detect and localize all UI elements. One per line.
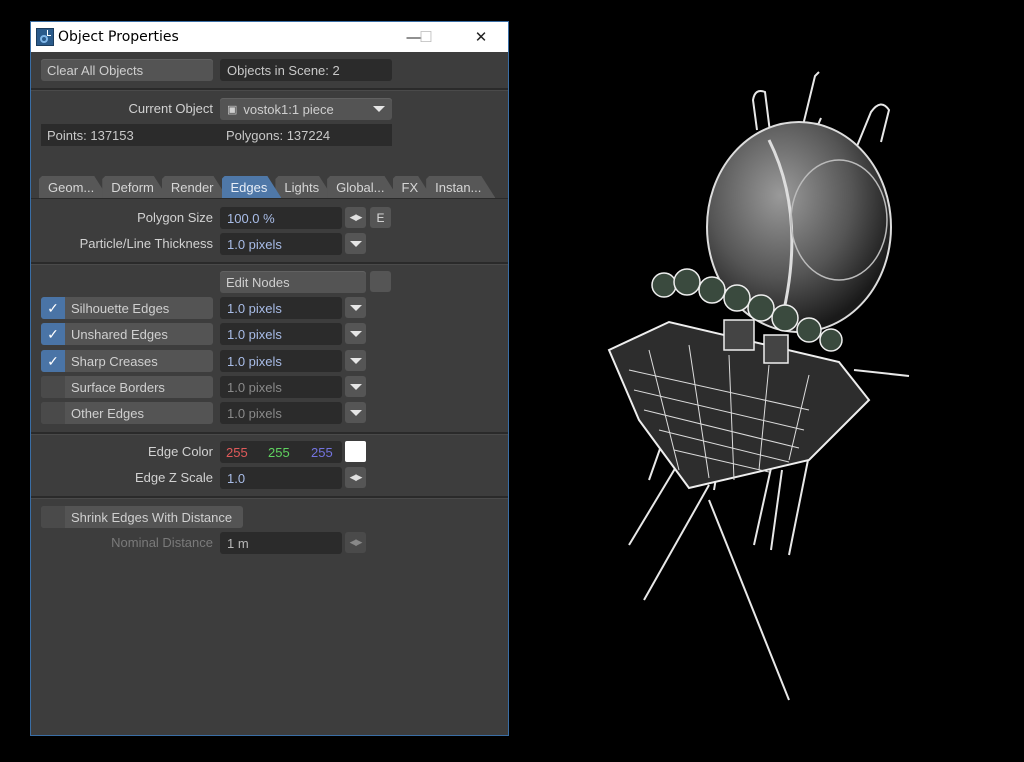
nominal-distance-label: Nominal Distance <box>111 535 213 550</box>
other-edges-toggle[interactable]: Other Edges <box>41 402 213 424</box>
sharp-creases-toggle[interactable]: ✓ Sharp Creases <box>41 350 213 372</box>
edge-type-label: Silhouette Edges <box>71 300 170 316</box>
3d-viewport[interactable] <box>509 0 1024 759</box>
thickness-field[interactable]: 1.0 pixels <box>220 233 342 255</box>
tab-lights[interactable]: Lights <box>275 176 333 198</box>
edit-nodes-button[interactable]: Edit Nodes <box>220 271 366 293</box>
thickness-label: Particle/Line Thickness <box>79 236 213 251</box>
tab-edges[interactable]: Edges <box>222 176 282 198</box>
checkbox-unchecked <box>41 402 65 424</box>
object-stats: Points: 137153 Polygons: 137224 <box>41 124 392 146</box>
other-edges-dropdown[interactable] <box>345 402 366 423</box>
chevron-down-icon <box>349 383 362 390</box>
silhouette-edges-dropdown[interactable] <box>345 297 366 318</box>
divider <box>31 262 508 265</box>
checkbox-unchecked <box>41 506 65 528</box>
left-right-arrows-icon: ◀▶ <box>349 537 363 547</box>
edge-type-label: Sharp Creases <box>71 353 158 369</box>
polygon-size-field[interactable]: 100.0 % <box>220 207 342 229</box>
surface-borders-thickness[interactable]: 1.0 pixels <box>220 376 342 398</box>
sharp-creases-thickness[interactable]: 1.0 pixels <box>220 350 342 372</box>
tab-bar: Geom... Deform Render Edges Lights Globa… <box>39 176 489 198</box>
check-icon: ✓ <box>41 297 65 319</box>
sharp-creases-dropdown[interactable] <box>345 350 366 371</box>
edge-color-field[interactable]: 255 255 255 <box>220 441 342 463</box>
objects-in-scene-readout: Objects in Scene: 2 <box>220 59 392 81</box>
thickness-dropdown-button[interactable] <box>345 233 366 254</box>
silhouette-edges-toggle[interactable]: ✓ Silhouette Edges <box>41 297 213 319</box>
chevron-down-icon <box>349 357 362 364</box>
window-title: Object Properties <box>58 29 179 45</box>
shrink-edges-label: Shrink Edges With Distance <box>71 509 233 525</box>
check-icon: ✓ <box>41 350 65 372</box>
left-right-arrows-icon: ◀▶ <box>349 212 363 222</box>
edge-type-label: Other Edges <box>71 405 144 421</box>
app-icon <box>36 28 54 46</box>
other-edges-thickness[interactable]: 1.0 pixels <box>220 402 342 424</box>
title-bar: Object Properties — ☐ ✕ <box>31 22 508 52</box>
close-button[interactable]: ✕ <box>458 22 504 52</box>
tab-instance[interactable]: Instan... <box>426 176 495 198</box>
edge-color-blue[interactable]: 255 <box>311 445 333 460</box>
edge-z-scale-label: Edge Z Scale <box>134 470 213 485</box>
spacecraft-render <box>607 71 910 701</box>
divider <box>31 496 508 499</box>
divider <box>31 88 508 91</box>
object-properties-window: Object Properties — ☐ ✕ Clear All Object… <box>30 21 509 736</box>
checkbox-unchecked <box>41 376 65 398</box>
surface-borders-toggle[interactable]: Surface Borders <box>41 376 213 398</box>
unshared-edges-thickness[interactable]: 1.0 pixels <box>220 323 342 345</box>
edge-color-red[interactable]: 255 <box>226 445 268 460</box>
object-icon: ▣ <box>227 103 238 116</box>
current-object-label: Current Object <box>128 101 213 116</box>
tab-global[interactable]: Global... <box>327 176 398 198</box>
current-object-value: vostok1:1 piece <box>243 101 334 117</box>
edge-color-swatch[interactable] <box>345 441 366 462</box>
chevron-down-icon <box>349 304 362 311</box>
left-right-arrows-icon: ◀▶ <box>349 472 363 482</box>
edge-type-label: Surface Borders <box>71 379 165 395</box>
nominal-distance-slider-button[interactable]: ◀▶ <box>345 532 366 553</box>
current-object-dropdown[interactable]: ▣ vostok1:1 piece <box>220 98 392 120</box>
polygons-count: Polygons: 137224 <box>226 127 331 143</box>
edge-z-scale-field[interactable]: 1.0 <box>220 467 342 489</box>
chevron-down-icon <box>349 330 362 337</box>
polygon-size-envelope-button[interactable]: E <box>370 207 391 228</box>
edit-nodes-toggle[interactable] <box>370 271 391 292</box>
maximize-button[interactable]: ☐ <box>403 22 449 52</box>
surface-borders-dropdown[interactable] <box>345 376 366 397</box>
edge-z-scale-slider-button[interactable]: ◀▶ <box>345 467 366 488</box>
unshared-edges-dropdown[interactable] <box>345 323 366 344</box>
chevron-down-icon <box>349 240 362 247</box>
unshared-edges-toggle[interactable]: ✓ Unshared Edges <box>41 323 213 345</box>
edge-color-label: Edge Color <box>147 444 213 459</box>
shrink-edges-toggle[interactable]: Shrink Edges With Distance <box>41 506 243 528</box>
tab-underline <box>31 198 508 199</box>
equipment-box <box>763 334 789 364</box>
chevron-down-icon <box>373 106 385 112</box>
polygon-size-slider-button[interactable]: ◀▶ <box>345 207 366 228</box>
maximize-icon: ☐ <box>419 29 433 46</box>
nominal-distance-field[interactable]: 1 m <box>220 532 342 554</box>
chevron-down-icon <box>349 409 362 416</box>
silhouette-edges-thickness[interactable]: 1.0 pixels <box>220 297 342 319</box>
points-count: Points: 137153 <box>47 127 134 143</box>
clear-all-objects-button[interactable]: Clear All Objects <box>41 59 213 81</box>
divider <box>31 432 508 435</box>
equipment-box <box>723 319 755 351</box>
tab-render[interactable]: Render <box>162 176 228 198</box>
polygon-size-label: Polygon Size <box>137 210 213 225</box>
edge-type-label: Unshared Edges <box>71 326 168 342</box>
tab-deform[interactable]: Deform <box>102 176 168 198</box>
edge-color-green[interactable]: 255 <box>268 445 311 460</box>
check-icon: ✓ <box>41 323 65 345</box>
tab-geometry[interactable]: Geom... <box>39 176 108 198</box>
